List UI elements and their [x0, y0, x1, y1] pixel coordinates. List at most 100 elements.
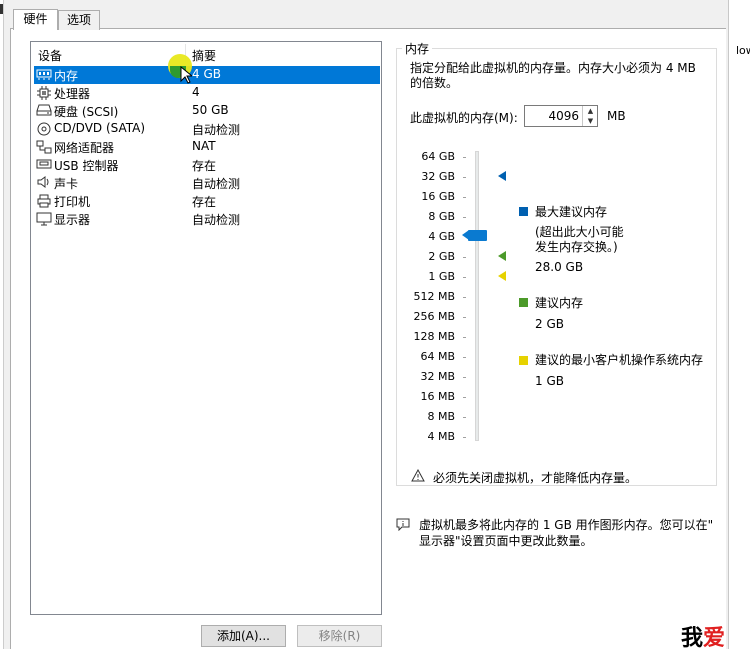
cursor-arrow-icon	[180, 66, 192, 84]
device-row-processor[interactable]: 处理器 4	[34, 84, 380, 102]
device-row-harddisk[interactable]: 硬盘 (SCSI) 50 GB	[34, 102, 380, 120]
cdrom-icon	[36, 122, 52, 136]
memory-unit: MB	[607, 109, 626, 123]
device-name: 内存	[54, 69, 79, 83]
device-row-cdrom[interactable]: CD/DVD (SATA) 自动检测	[34, 120, 380, 138]
device-name: 硬盘 (SCSI)	[54, 105, 119, 119]
scale-label: 1 GB	[428, 270, 455, 283]
legend-max-value: 28.0 GB	[535, 260, 584, 274]
scale-tick	[463, 377, 466, 378]
usb-icon	[36, 158, 52, 172]
legend-max-note-1: (超出此大小可能	[535, 225, 624, 239]
scale-tick	[463, 217, 466, 218]
cpu-icon	[36, 86, 52, 100]
add-button[interactable]: 添加(A)...	[201, 625, 286, 647]
scale-tick	[463, 257, 466, 258]
device-row-display[interactable]: 显示器 自动检测	[34, 210, 380, 228]
column-header-summary[interactable]: 摘要	[192, 47, 216, 64]
column-header-device[interactable]: 设备	[38, 47, 62, 64]
legend-max-note-2: 发生内存交换。)	[535, 240, 618, 254]
device-row-printer[interactable]: 打印机 存在	[34, 192, 380, 210]
remove-button[interactable]: 移除(R)	[297, 625, 382, 647]
max-recommended-marker	[498, 171, 506, 181]
memory-slider-track[interactable]	[475, 151, 479, 441]
device-summary: NAT	[192, 139, 216, 153]
scale-tick	[463, 437, 466, 438]
scale-label: 8 GB	[428, 210, 455, 223]
device-row-memory[interactable]: 内存 4 GB	[34, 66, 380, 84]
scale-label: 16 GB	[421, 190, 455, 203]
memory-slider-thumb[interactable]	[468, 230, 487, 241]
device-row-usb[interactable]: USB 控制器 存在	[34, 156, 380, 174]
device-summary: 4 GB	[192, 67, 221, 81]
device-summary: 自动检测	[192, 177, 241, 191]
min-recommended-marker	[498, 271, 506, 281]
warning-text: 必须先关闭虚拟机，才能降低内存量。	[433, 471, 638, 485]
device-summary: 4	[192, 85, 200, 99]
info-note-line-2: 显示器"设置页面中更改此数量。	[419, 534, 593, 548]
scale-label: 64 MB	[420, 350, 455, 363]
device-name: CD/DVD (SATA)	[54, 121, 146, 135]
memory-description: 指定分配给此虚拟机的内存量。内存大小必须为 4 MB 的倍数。	[410, 61, 696, 90]
right-window-edge	[728, 0, 750, 649]
tab-hardware[interactable]: 硬件	[13, 9, 58, 30]
monitor-icon	[36, 212, 52, 226]
tab-options[interactable]: 选项	[58, 10, 100, 30]
scale-tick	[463, 417, 466, 418]
legend-min-swatch	[519, 356, 528, 365]
speaker-icon	[36, 176, 52, 190]
spin-up-icon[interactable]: ▲	[583, 106, 598, 116]
device-summary: 存在	[192, 195, 217, 209]
info-note: 虚拟机最多将此内存的 1 GB 用作图形内存。您可以在" 显示器"设置页面中更改…	[419, 517, 719, 549]
scale-label: 8 MB	[427, 410, 455, 423]
watermark-char-1: 我	[681, 625, 704, 649]
scale-label: 32 GB	[421, 170, 455, 183]
left-edge-mark	[0, 4, 3, 14]
scale-tick	[463, 397, 466, 398]
scale-tick	[463, 357, 466, 358]
device-summary: 自动检测	[192, 123, 241, 137]
legend-recommended-label: 建议内存	[535, 296, 584, 310]
scale-tick	[463, 277, 466, 278]
tab-bar-line	[10, 28, 726, 29]
legend-min-value: 1 GB	[535, 374, 564, 388]
legend-recommended-value: 2 GB	[535, 317, 564, 331]
info-icon	[396, 518, 410, 531]
device-row-network[interactable]: 网络适配器 NAT	[34, 138, 380, 156]
harddisk-icon	[36, 104, 52, 118]
warning-icon	[411, 469, 425, 482]
device-name: 显示器	[54, 213, 91, 227]
scale-label: 2 GB	[428, 250, 455, 263]
watermark: 我爱	[681, 620, 725, 649]
scale-tick	[463, 317, 466, 318]
scale-tick	[463, 157, 466, 158]
legend-max-label: 最大建议内存	[535, 205, 608, 219]
info-note-line-1: 虚拟机最多将此内存的 1 GB 用作图形内存。您可以在"	[419, 518, 714, 532]
device-summary: 50 GB	[192, 103, 229, 117]
scale-label: 16 MB	[420, 390, 455, 403]
scale-label: 4 MB	[427, 430, 455, 443]
spin-down-icon[interactable]: ▼	[583, 116, 598, 126]
memory-spinner[interactable]: ▲ ▼	[582, 106, 597, 126]
device-summary: 自动检测	[192, 213, 241, 227]
device-summary: 存在	[192, 159, 217, 173]
device-name: USB 控制器	[54, 159, 119, 173]
scale-tick	[463, 197, 466, 198]
recommended-marker	[498, 251, 506, 261]
legend-max-swatch	[519, 207, 528, 216]
right-edge-text: low	[736, 44, 750, 57]
scale-label: 128 MB	[413, 330, 455, 343]
device-name: 打印机	[54, 195, 91, 209]
memory-field-label: 此虚拟机的内存(M):	[410, 111, 518, 125]
watermark-char-2: 爱	[703, 625, 726, 649]
scale-label: 256 MB	[413, 310, 455, 323]
scale-label: 4 GB	[428, 230, 455, 243]
scale-label: 64 GB	[421, 150, 455, 163]
device-name: 声卡	[54, 177, 79, 191]
device-name: 处理器	[54, 87, 91, 101]
memory-group-title: 内存	[402, 40, 433, 57]
device-row-sound[interactable]: 声卡 自动检测	[34, 174, 380, 192]
memory-icon	[36, 68, 52, 82]
legend-recommended-swatch	[519, 298, 528, 307]
scale-tick	[463, 337, 466, 338]
